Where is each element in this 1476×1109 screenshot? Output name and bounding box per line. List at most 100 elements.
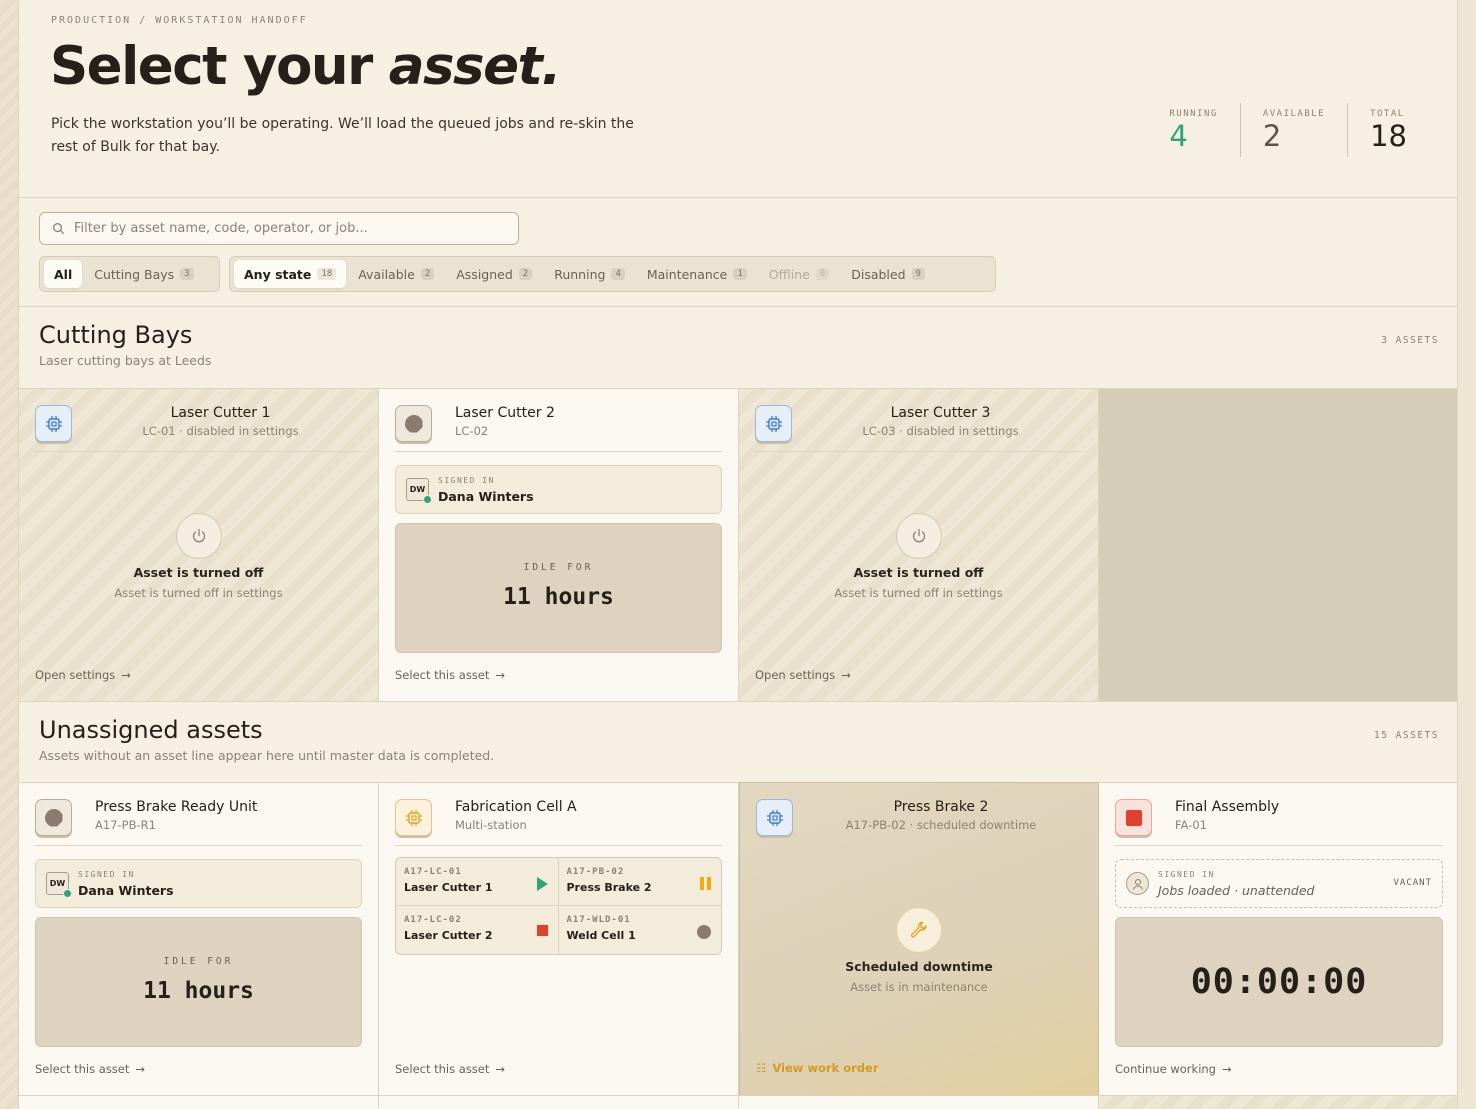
stat-label: TOTAL: [1370, 109, 1405, 119]
station-name: Laser Cutter 1: [404, 881, 493, 894]
filter-label: Offline: [768, 266, 810, 282]
station-cell[interactable]: A17-PB-02 Press Brake 2: [558, 858, 721, 906]
divider: [1115, 845, 1443, 846]
stat-running: RUNNING 4: [1169, 103, 1217, 157]
filter-label: Any state: [244, 266, 312, 282]
section-count: 3 ASSETS: [1381, 335, 1439, 346]
asset-card-next-row: [19, 1095, 379, 1109]
idle-duration: 11 hours: [503, 584, 614, 610]
asset-card-final-assembly[interactable]: Final Assembly FA-01 SIGNED IN Jobs load…: [1099, 782, 1457, 1096]
session-timer: 00:00:00: [1190, 962, 1368, 1002]
asset-card-fabrication-cell-a[interactable]: Fabrication Cell A Multi-station A17-LC-…: [379, 782, 739, 1096]
filter-count: 2: [518, 268, 533, 280]
arrow-right-icon: →: [135, 1062, 146, 1076]
view-work-order-link[interactable]: ☷ View work order: [756, 1061, 879, 1075]
section-unassigned-assets: Unassigned assets Assets without an asse…: [19, 701, 1457, 783]
select-asset-link[interactable]: Select this asset →: [395, 668, 505, 682]
divider: [35, 451, 362, 452]
filter-offline[interactable]: Offline 0: [759, 260, 839, 288]
filter-any-state[interactable]: Any state 18: [234, 260, 347, 288]
power-icon: [175, 513, 222, 559]
filter-count: 2: [420, 268, 435, 280]
state-title: Scheduled downtime: [845, 959, 993, 974]
station-cell[interactable]: A17-LC-02 Laser Cutter 2: [396, 906, 559, 954]
search-input[interactable]: [74, 213, 504, 244]
stat-label: RUNNING: [1169, 109, 1218, 119]
filter-label: Running: [554, 266, 606, 282]
select-asset-link[interactable]: Select this asset →: [395, 1062, 505, 1076]
link-label: Open settings: [35, 668, 116, 682]
filter-assigned[interactable]: Assigned 2: [446, 260, 542, 288]
asset-code: LC-02: [455, 424, 489, 438]
stat-label: AVAILABLE: [1262, 109, 1326, 119]
asset-code: A17-PB-02 · scheduled downtime: [845, 818, 1037, 832]
open-settings-link[interactable]: Open settings →: [35, 668, 131, 682]
filter-cutting-bays[interactable]: Cutting Bays 3: [84, 260, 203, 288]
station-code: A17-LC-02: [404, 915, 462, 925]
divider: [395, 451, 722, 452]
asset-card-laser-cutter-1[interactable]: Laser Cutter 1 LC-01 · disabled in setti…: [19, 388, 379, 702]
station-cell[interactable]: A17-LC-01 Laser Cutter 1: [396, 858, 559, 906]
avatar-initials: DW: [49, 879, 66, 888]
link-label: Continue working: [1115, 1062, 1216, 1076]
asset-code: FA-01: [1175, 818, 1207, 832]
filter-disabled[interactable]: Disabled 9: [841, 260, 935, 288]
asset-card-next-row: [379, 1095, 739, 1109]
asset-card-press-brake-2[interactable]: Press Brake 2 A17-PB-02 · scheduled down…: [739, 782, 1099, 1096]
vacant-badge: VACANT: [1393, 878, 1432, 888]
filter-maintenance[interactable]: Maintenance 1: [637, 260, 757, 288]
search-icon: [53, 223, 65, 235]
state-subtitle: Asset is turned off in settings: [114, 586, 283, 600]
avatar: DW: [46, 872, 72, 898]
filter-count: 1: [733, 268, 747, 280]
section-count: 15 ASSETS: [1374, 730, 1439, 741]
timer-panel: 00:00:00: [1115, 917, 1443, 1047]
divider: [755, 451, 1082, 452]
wrench-icon: [896, 907, 942, 953]
asset-card-laser-cutter-2[interactable]: Laser Cutter 2 LC-02 DW SIGNED IN Dana W…: [379, 388, 739, 702]
asset-code: Multi-station: [455, 818, 527, 832]
arrow-right-icon: →: [495, 1062, 506, 1076]
asset-card-press-brake-ready-unit[interactable]: Press Brake Ready Unit A17-PB-R1 DW SIGN…: [19, 782, 379, 1096]
station-name: Laser Cutter 2: [404, 929, 493, 942]
asset-card-next-row: [739, 1095, 1099, 1109]
link-label: Select this asset: [395, 668, 490, 682]
operator-name: Dana Winters: [438, 489, 534, 504]
link-label: Select this asset: [395, 1062, 490, 1076]
page-margin: [0, 0, 19, 1109]
pause-icon: [700, 877, 711, 890]
state-title: Asset is turned off: [853, 565, 984, 580]
asset-card-laser-cutter-3[interactable]: Laser Cutter 3 LC-03 · disabled in setti…: [739, 388, 1099, 702]
chip-icon: [395, 799, 432, 836]
state-subtitle: Asset is turned off in settings: [834, 586, 1003, 600]
avatar-initials: DW: [409, 485, 426, 494]
station-cell[interactable]: A17-WLD-01 Weld Cell 1: [559, 906, 722, 954]
filter-all[interactable]: All: [44, 260, 83, 288]
signed-in-operator: DW SIGNED IN Dana Winters: [395, 465, 722, 514]
station-code: A17-WLD-01: [566, 915, 631, 925]
chip-icon: [756, 799, 793, 836]
chip-icon: [35, 405, 72, 442]
asset-card-next-row: [1099, 1095, 1457, 1109]
state-filter: Any state 18 Available 2 Assigned 2 Running…: [229, 256, 996, 292]
asset-name: Fabrication Cell A: [455, 799, 577, 815]
open-settings-link[interactable]: Open settings →: [755, 668, 851, 682]
asset-code: A17-PB-R1: [95, 818, 156, 832]
section-cutting-bays: Cutting Bays Laser cutting bays at Leeds…: [19, 306, 1457, 388]
station-name: Weld Cell 1: [566, 929, 636, 942]
asset-name: Press Brake 2: [893, 799, 989, 815]
page-header: PRODUCTION / WORKSTATION HANDOFF Select …: [19, 0, 1457, 198]
avatar: DW: [406, 478, 432, 504]
link-label: Select this asset: [35, 1062, 130, 1076]
filter-count: 0: [815, 268, 830, 280]
filter-label: All: [54, 266, 73, 282]
user-icon: [1126, 872, 1149, 895]
continue-working-link[interactable]: Continue working →: [1115, 1062, 1232, 1076]
filter-available[interactable]: Available 2: [348, 260, 444, 288]
station-name: Press Brake 2: [566, 881, 652, 894]
filter-running[interactable]: Running 4: [544, 260, 635, 288]
idle-label: IDLE FOR: [163, 956, 234, 967]
select-asset-link[interactable]: Select this asset →: [35, 1062, 145, 1076]
asset-code: LC-01 · disabled in settings: [142, 424, 299, 438]
line-filter: All Cutting Bays 3: [39, 256, 220, 292]
